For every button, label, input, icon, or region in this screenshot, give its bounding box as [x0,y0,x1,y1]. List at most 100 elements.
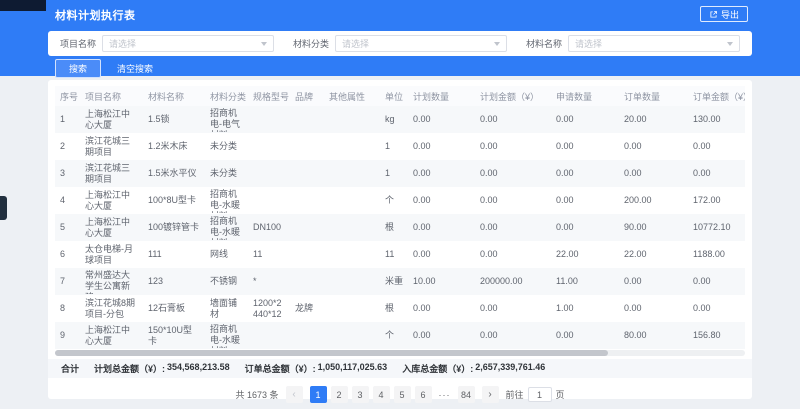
filter-material-label: 材料名称 [526,37,562,50]
clear-search-link[interactable]: 清空搜索 [117,62,153,75]
table-cell: 0.00 [408,303,475,314]
search-button[interactable]: 搜索 [55,59,101,78]
table-cell: 200000.00 [475,276,551,287]
table-row[interactable]: 6太仓电梯-月球项目111网线11110.000.0022.0022.00118… [55,241,745,268]
filter-material-select[interactable]: 请选择 [568,35,740,52]
table-cell: 上海松江中心大厦 [80,325,143,347]
table-row[interactable]: 7常州盛达大学生公寓新建123不锈钢*米重10.00200000.0011.00… [55,268,745,295]
table-cell: 0.00 [619,303,688,314]
table-cell: 米重 [380,276,408,287]
summary-order-amount: 订单总金额（¥）: 1,050,117,025.63 [245,362,388,375]
table-cell: 20.00 [619,114,688,125]
filter-project: 项目名称 请选择 [60,35,274,52]
column-header: 单位 [380,90,408,103]
filter-project-label: 项目名称 [60,37,96,50]
table-cell: 123 [143,276,205,287]
table-cell: 滨江花城8期项目-分包 [80,298,143,320]
table-row[interactable]: 1上海松江中心大厦1.5锁招商机电-电气材料kg0.000.000.0020.0… [55,106,745,133]
table-row[interactable]: 3滨江花城三期项目1.5米水平仪未分类10.000.000.000.000.00 [55,160,745,187]
page-ellipsis[interactable]: ··· [436,386,454,403]
page-button-6[interactable]: 6 [415,386,432,403]
table-cell: 0.00 [688,303,745,314]
table-cell: 招商机电-水暖材料 [205,189,248,213]
table-cell: 22.00 [619,249,688,260]
table-cell: 上海松江中心大厦 [80,217,143,239]
export-icon [709,10,718,19]
summary-row: 合计 计划总金额（¥）: 354,568,213.58 订单总金额（¥）: 1,… [48,359,752,378]
summary-inbound-amount: 入库总金额（¥）: 2,657,339,761.46 [402,362,545,375]
table-cell: 22.00 [551,249,619,260]
page-button-4[interactable]: 4 [373,386,390,403]
export-button[interactable]: 导出 [700,6,748,22]
table-body: 1上海松江中心大厦1.5锁招商机电-电气材料kg0.000.000.0020.0… [55,106,745,349]
page-button-84[interactable]: 84 [458,386,475,403]
table-cell: 2 [55,141,80,152]
column-header: 序号 [55,90,80,103]
table-cell: 0.00 [551,114,619,125]
column-header: 品牌 [290,90,324,103]
table-row[interactable]: 9上海松江中心大厦150*10U型卡招商机电-水暖材料个0.000.000.00… [55,322,745,349]
column-header: 订单数量 [619,90,688,103]
table-cell: 未分类 [205,141,248,152]
table-cell: 0.00 [551,330,619,341]
table-cell: 1188.00 [688,249,745,260]
table-cell: 个 [380,330,408,341]
table-cell: 根 [380,303,408,314]
filter-project-placeholder: 请选择 [109,37,136,50]
table-cell: 0.00 [475,195,551,206]
table-cell: 1.2米木床 [143,141,205,152]
filter-material-placeholder: 请选择 [575,37,602,50]
table-cell: 墙面铺材 [205,298,248,320]
table-cell: 0.00 [475,222,551,233]
table-cell: 0.00 [408,114,475,125]
table-cell: 0.00 [619,276,688,287]
filter-project-select[interactable]: 请选择 [102,35,274,52]
table-cell: 滨江花城三期项目 [80,163,143,185]
filter-category-placeholder: 请选择 [342,37,369,50]
table-cell: 0.00 [408,141,475,152]
table-cell: 156.80 [688,330,745,341]
prev-page-button[interactable]: ‹ [286,386,303,403]
table-cell: 5 [55,222,80,233]
table-row[interactable]: 5上海松江中心大厦100镀锌管卡招商机电-水暖材料DN100根0.000.000… [55,214,745,241]
goto-page-input[interactable] [528,387,552,402]
table-cell: 0.00 [551,222,619,233]
table-cell: 4 [55,195,80,206]
table-cell: 7 [55,276,80,287]
page-title: 材料计划执行表 [55,7,136,23]
column-header: 申请数量 [551,90,619,103]
table-cell: 常州盛达大学生公寓新建 [80,270,143,294]
filter-category-select[interactable]: 请选择 [335,35,507,52]
sidebar-toggle-handle[interactable] [0,196,7,220]
column-header: 材料名称 [143,90,205,103]
next-page-button[interactable]: › [482,386,499,403]
page-button-3[interactable]: 3 [352,386,369,403]
page-button-2[interactable]: 2 [331,386,348,403]
table-cell: 0.00 [408,195,475,206]
table-cell: 80.00 [619,330,688,341]
summary-plan-amount-label: 计划总金额（¥）: [94,362,165,375]
table-cell: 1 [55,114,80,125]
horizontal-scrollbar-thumb[interactable] [55,350,608,356]
table-cell: 100*8U型卡 [143,195,205,206]
chevron-down-icon [261,42,267,46]
summary-plan-amount: 计划总金额（¥）: 354,568,213.58 [94,362,230,375]
table-cell: 0.00 [475,303,551,314]
table-row[interactable]: 2滨江花城三期项目1.2米木床未分类10.000.000.000.000.00 [55,133,745,160]
column-header: 材料分类 [205,90,248,103]
table-cell: kg [380,114,408,125]
table-cell: 0.00 [475,249,551,260]
column-header: 计划数量 [408,90,475,103]
table-row[interactable]: 8滨江花城8期项目-分包12石膏板墙面铺材1200*2440*12龙牌根0.00… [55,295,745,322]
summary-total-label: 合计 [61,362,79,375]
page-button-1[interactable]: 1 [310,386,327,403]
page-button-5[interactable]: 5 [394,386,411,403]
horizontal-scrollbar[interactable] [55,350,745,356]
data-table: 序号项目名称材料名称材料分类规格型号品牌其他属性单位计划数量计划金额（¥）申请数… [55,86,745,349]
table-card: 序号项目名称材料名称材料分类规格型号品牌其他属性单位计划数量计划金额（¥）申请数… [48,80,752,399]
table-row[interactable]: 4上海松江中心大厦100*8U型卡招商机电-水暖材料个0.000.000.002… [55,187,745,214]
table-cell: 0.00 [475,168,551,179]
table-cell: 0.00 [551,195,619,206]
pagination-goto: 前往 页 [506,387,565,402]
table-header-row: 序号项目名称材料名称材料分类规格型号品牌其他属性单位计划数量计划金额（¥）申请数… [55,86,745,106]
